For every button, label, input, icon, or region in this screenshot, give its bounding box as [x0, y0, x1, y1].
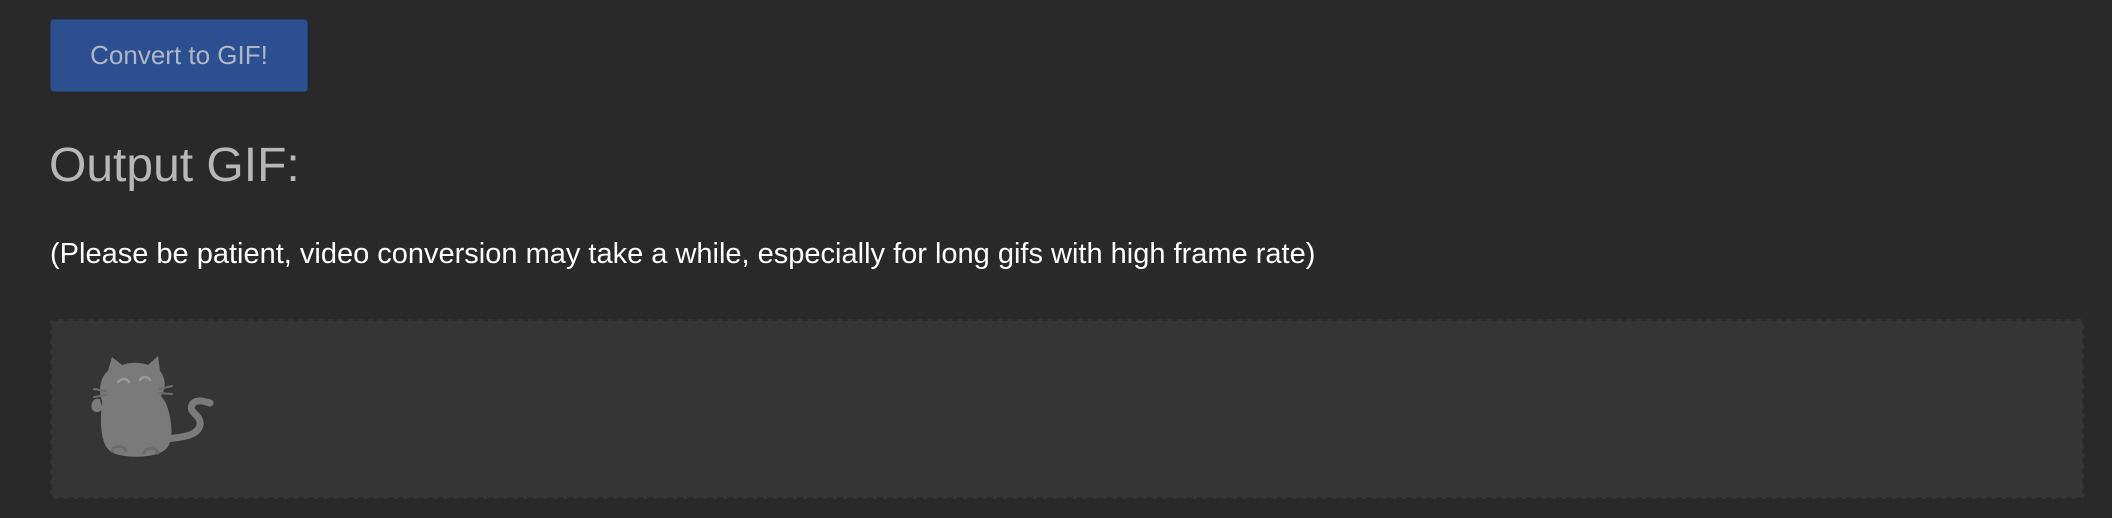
cat-icon — [91, 356, 214, 457]
output-gif-heading: Output GIF: — [49, 139, 300, 192]
convert-to-gif-button[interactable]: Convert to GIF! — [50, 19, 308, 92]
gif-output-area — [50, 319, 2084, 499]
conversion-patience-note: (Please be patient, video conversion may… — [50, 238, 1316, 270]
